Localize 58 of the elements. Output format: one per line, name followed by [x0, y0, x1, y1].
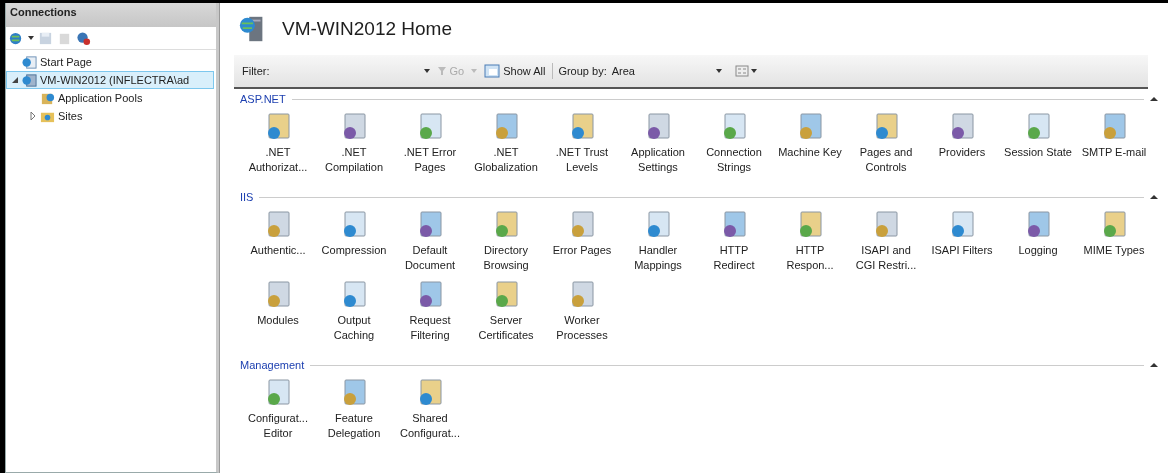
feature-label[interactable]: .NET Error Pages — [403, 145, 457, 175]
group-by-dropdown[interactable]: Area — [611, 65, 726, 77]
group-by-label: Group by: — [558, 65, 607, 77]
caret-icon[interactable] — [423, 69, 430, 73]
collapse-icon[interactable] — [1150, 96, 1158, 102]
collapse-icon[interactable] — [1150, 362, 1158, 368]
tree-item[interactable]: VM-WIN2012 (INFLECTRA\ad — [6, 71, 214, 89]
tree-item[interactable]: Start Page — [6, 53, 214, 71]
feature-label[interactable]: Connection Strings — [706, 145, 762, 175]
group-title: Management — [240, 359, 305, 371]
feature-label[interactable]: Machine Key — [778, 145, 842, 160]
feature-label[interactable]: MIME Types — [1083, 243, 1145, 258]
feature-label[interactable]: Application Settings — [631, 145, 685, 175]
feature-label[interactable]: Compression — [321, 243, 387, 258]
panel-title: Connections — [10, 6, 77, 18]
feature-label[interactable]: .NET Compilation — [324, 145, 384, 175]
feature-label[interactable]: Error Pages — [552, 243, 612, 258]
feature-label[interactable]: Shared Configurat... — [400, 411, 460, 441]
feature-label[interactable]: Modules — [257, 313, 299, 328]
caret-icon[interactable] — [28, 36, 34, 40]
feature-label[interactable]: ISAPI and CGI Restri... — [855, 243, 917, 273]
show-all-button[interactable]: Show All — [482, 64, 548, 78]
window-icon — [484, 64, 501, 78]
expanded-arrow-icon[interactable] — [11, 76, 19, 84]
feature-label[interactable]: Pages and Controls — [859, 145, 913, 175]
collapsed-arrow-icon[interactable] — [29, 112, 37, 120]
feature-label[interactable]: Session State — [1004, 145, 1072, 160]
feature-label[interactable]: .NET Trust Levels — [555, 145, 609, 175]
feature-label[interactable]: HTTP Redirect — [713, 243, 755, 273]
feature-label[interactable]: SMTP E-mail — [1081, 145, 1147, 160]
tree-item[interactable]: Application Pools — [6, 89, 214, 107]
feature-label[interactable]: Directory Browsing — [483, 243, 529, 273]
funnel-icon — [436, 66, 447, 76]
tree-item[interactable]: Sites — [6, 107, 214, 125]
feature-label[interactable]: Providers — [938, 145, 986, 160]
filter-label: Filter: — [242, 65, 270, 77]
collapse-icon[interactable] — [1150, 194, 1158, 200]
feature-label[interactable]: .NET Authorizat... — [248, 145, 308, 175]
feature-label[interactable]: .NET Globalization — [474, 145, 538, 175]
group-title: IIS — [240, 191, 254, 203]
page-title: VM-WIN2012 Home — [282, 18, 452, 40]
page-icon — [22, 54, 37, 70]
feature-label[interactable]: Output Caching — [333, 313, 375, 343]
globe-icon[interactable] — [9, 30, 24, 46]
feature-label[interactable]: Handler Mappings — [634, 243, 682, 273]
feature-label[interactable]: Authentic... — [250, 243, 306, 258]
feature-label[interactable]: HTTP Respon... — [786, 243, 834, 273]
group-title: ASP.NET — [240, 93, 286, 105]
caret-icon — [715, 69, 722, 73]
feature-label[interactable]: Feature Delegation — [327, 411, 381, 441]
feature-label[interactable]: Worker Processes — [556, 313, 608, 343]
feature-label[interactable]: Request Filtering — [409, 313, 451, 343]
view-icon[interactable] — [734, 65, 759, 77]
feature-label[interactable]: Configurat... Editor — [248, 411, 308, 441]
feature-label[interactable]: Logging — [1018, 243, 1058, 258]
feature-label[interactable]: Server Certificates — [478, 313, 534, 343]
feature-label[interactable]: ISAPI Filters — [931, 243, 993, 258]
feature-label[interactable]: Default Document — [404, 243, 456, 273]
